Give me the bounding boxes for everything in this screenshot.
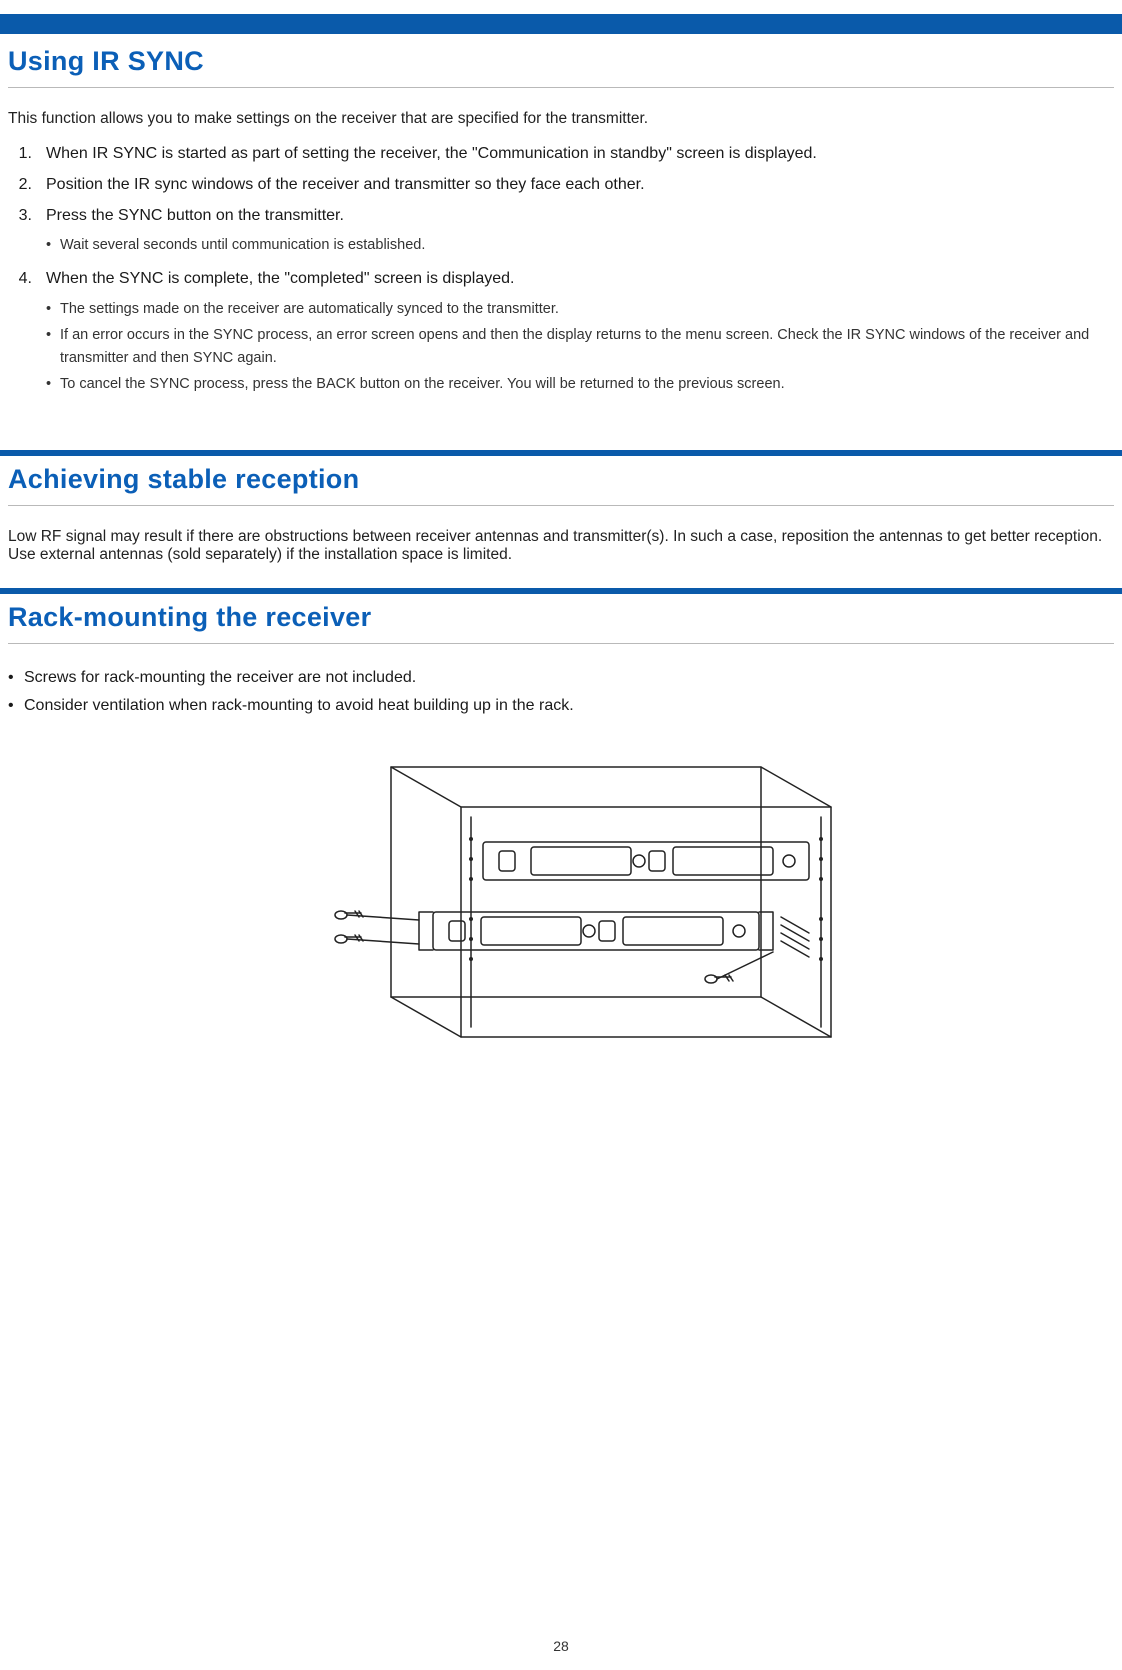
step-4: 4. When the SYNC is complete, the "compl…: [8, 267, 1114, 292]
section-title-rack: Rack-mounting the receiver: [8, 602, 1114, 633]
screw-icon: [335, 935, 419, 944]
section-title-ir-sync: Using IR SYNC: [8, 46, 1114, 77]
top-blue-band: [0, 14, 1122, 34]
section-rack-content: Rack-mounting the receiver Screws for ra…: [0, 602, 1122, 1068]
section-reception-content: Achieving stable reception Low RF signal…: [0, 464, 1122, 564]
step-3-sub-bullets: Wait several seconds until communication…: [46, 234, 1114, 256]
sub-bullet: The settings made on the receiver are au…: [46, 298, 1114, 320]
section-divider-band: [0, 450, 1122, 456]
rack-bullet: Consider ventilation when rack-mounting …: [8, 694, 1114, 719]
ir-sync-step-4: 4. When the SYNC is complete, the "compl…: [8, 267, 1114, 292]
reception-body: Low RF signal may result if there are ob…: [8, 528, 1114, 564]
step-number: 1.: [8, 142, 32, 167]
step-text: Press the SYNC button on the transmitter…: [46, 204, 1114, 229]
ir-sync-lead: This function allows you to make setting…: [8, 110, 1114, 128]
step-4-sub-bullets: The settings made on the receiver are au…: [46, 298, 1114, 396]
step-text: Position the IR sync windows of the rece…: [46, 173, 1114, 198]
manual-page: Using IR SYNC This function allows you t…: [0, 14, 1122, 1670]
step-text: When the SYNC is complete, the "complete…: [46, 267, 1114, 292]
step-3: 3. Press the SYNC button on the transmit…: [8, 204, 1114, 229]
step-1: 1. When IR SYNC is started as part of se…: [8, 142, 1114, 167]
page-content: Using IR SYNC This function allows you t…: [0, 46, 1122, 450]
page-number: 28: [0, 1638, 1122, 1654]
section-rule: [8, 505, 1114, 506]
step-text: When IR SYNC is started as part of setti…: [46, 142, 1114, 167]
sub-bullet: Wait several seconds until communication…: [46, 234, 1114, 256]
screw-icon: [335, 911, 419, 920]
screw-icon: [705, 952, 773, 983]
step-number: 4.: [8, 267, 32, 292]
rack-bullet: Screws for rack-mounting the receiver ar…: [8, 666, 1114, 691]
rack-mount-figure: [8, 747, 1114, 1067]
section-title-reception: Achieving stable reception: [8, 464, 1114, 495]
ir-sync-steps: 1. When IR SYNC is started as part of se…: [8, 142, 1114, 228]
step-number: 2.: [8, 173, 32, 198]
step-2: 2. Position the IR sync windows of the r…: [8, 173, 1114, 198]
rack-bullets: Screws for rack-mounting the receiver ar…: [8, 666, 1114, 720]
sub-bullet: To cancel the SYNC process, press the BA…: [46, 373, 1114, 395]
step-number: 3.: [8, 204, 32, 229]
section-rule: [8, 87, 1114, 88]
sub-bullet: If an error occurs in the SYNC process, …: [46, 324, 1114, 369]
section-divider-band: [0, 588, 1122, 594]
rack-illustration: [241, 747, 881, 1067]
section-rule: [8, 643, 1114, 644]
